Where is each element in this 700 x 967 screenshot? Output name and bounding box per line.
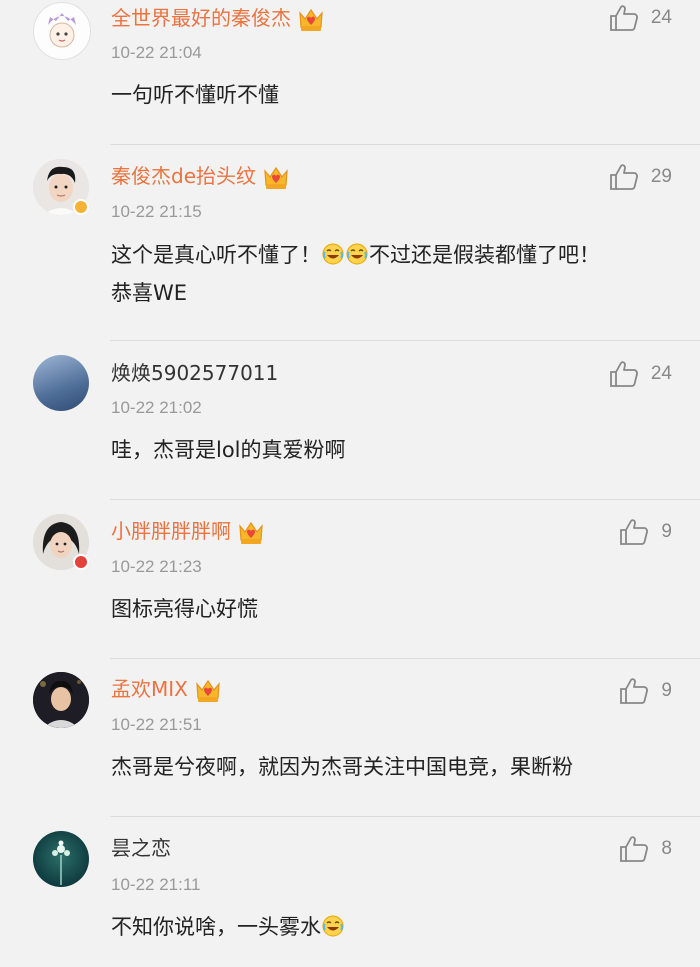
thumbs-up-icon bbox=[619, 518, 649, 546]
avatar[interactable] bbox=[33, 2, 91, 60]
vip-crown-icon bbox=[194, 678, 222, 704]
comment-text: 哇，杰哥是lol的真爱粉啊 bbox=[111, 438, 346, 462]
like-button[interactable]: 8 bbox=[619, 835, 672, 863]
like-count: 24 bbox=[650, 7, 672, 28]
timestamp: 10-22 21:51 bbox=[111, 715, 202, 734]
comment-text: 不知你说啥，一头雾水 bbox=[111, 908, 671, 946]
like-count: 9 bbox=[661, 680, 672, 701]
like-button[interactable]: 24 bbox=[609, 4, 672, 32]
laughing-crying-emoji-icon bbox=[322, 243, 344, 265]
like-button[interactable]: 9 bbox=[619, 677, 672, 705]
comment-text: 图标亮得心好慌 bbox=[111, 597, 258, 621]
avatar[interactable] bbox=[33, 831, 89, 887]
username[interactable]: 焕焕5902577011 bbox=[111, 360, 278, 386]
verified-badge-icon bbox=[73, 554, 89, 570]
avatar[interactable] bbox=[33, 355, 89, 411]
timestamp: 10-22 21:04 bbox=[111, 43, 202, 62]
like-button[interactable]: 24 bbox=[609, 360, 672, 388]
like-count: 9 bbox=[661, 521, 672, 542]
thumbs-up-icon bbox=[619, 835, 649, 863]
username[interactable]: 昙之恋 bbox=[111, 835, 171, 861]
vip-crown-icon bbox=[237, 520, 265, 546]
username[interactable]: 小胖胖胖胖啊 bbox=[111, 518, 265, 546]
thumbs-up-icon bbox=[609, 163, 639, 191]
like-button[interactable]: 9 bbox=[619, 518, 672, 546]
username[interactable]: 全世界最好的秦俊杰 bbox=[111, 5, 325, 33]
comment-text: 一句听不懂听不懂 bbox=[111, 83, 279, 107]
comment-3: 焕焕5902577011 10-22 21:02 哇，杰哥是lol的真爱粉啊 2… bbox=[0, 341, 700, 499]
avatar[interactable] bbox=[33, 672, 89, 728]
like-count: 24 bbox=[650, 363, 672, 384]
comment-text: 杰哥是兮夜啊，就因为杰哥关注中国电竞，果断粉 bbox=[111, 755, 573, 779]
laughing-crying-emoji-icon bbox=[346, 243, 368, 265]
timestamp: 10-22 21:02 bbox=[111, 398, 202, 417]
vip-crown-icon bbox=[262, 165, 290, 191]
vip-crown-icon bbox=[297, 7, 325, 33]
thumbs-up-icon bbox=[619, 677, 649, 705]
timestamp: 10-22 21:15 bbox=[111, 202, 202, 221]
like-button[interactable]: 29 bbox=[609, 163, 672, 191]
username[interactable]: 孟欢MIX bbox=[111, 676, 222, 704]
comment-4: 小胖胖胖胖啊 10-22 21:23 图标亮得心好慌 9 bbox=[0, 500, 700, 658]
thumbs-up-icon bbox=[609, 4, 639, 32]
comment-5: 孟欢MIX 10-22 21:51 杰哥是兮夜啊，就因为杰哥关注中国电竞，果断粉… bbox=[0, 659, 700, 817]
comment-1: 全世界最好的秦俊杰 10-22 21:04 一句听不懂听不懂 24 bbox=[0, 0, 700, 144]
like-count: 8 bbox=[661, 838, 672, 859]
verified-badge-icon bbox=[73, 199, 89, 215]
laughing-crying-emoji-icon bbox=[322, 915, 344, 937]
comment-6: 昙之恋 10-22 21:11 不知你说啥，一头雾水 8 bbox=[0, 817, 700, 967]
comment-text: 这个是真心听不懂了！ 不过还是假装都懂了吧！ 恭喜WE bbox=[111, 243, 600, 305]
timestamp: 10-22 21:11 bbox=[111, 875, 201, 894]
comment-2: 秦俊杰de抬头纹 10-22 21:15 这个是真心听不懂了！ 不过还是假装都懂了… bbox=[0, 145, 700, 340]
thumbs-up-icon bbox=[609, 360, 639, 388]
timestamp: 10-22 21:23 bbox=[111, 557, 202, 576]
like-count: 29 bbox=[650, 166, 672, 187]
username[interactable]: 秦俊杰de抬头纹 bbox=[111, 163, 290, 191]
